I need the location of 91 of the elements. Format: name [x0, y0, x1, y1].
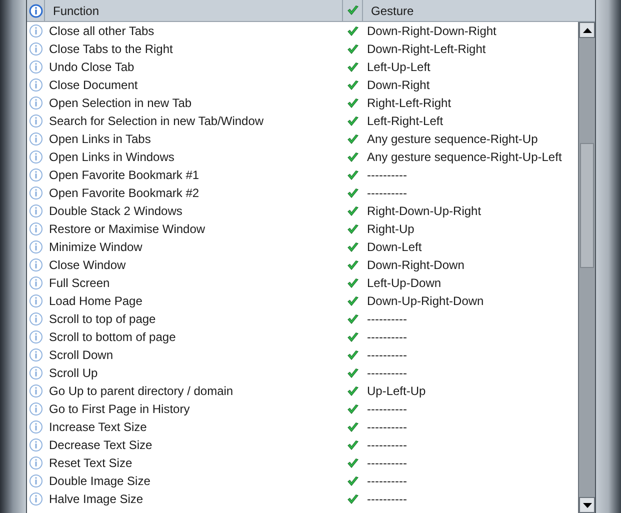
info-icon — [29, 312, 43, 326]
gesture-text: ---------- — [366, 185, 408, 202]
function-name: Undo Close Tab — [48, 59, 136, 76]
gesture-text: Left-Right-Left — [366, 113, 444, 130]
up-arrow-icon — [582, 28, 592, 32]
info-icon — [29, 330, 43, 344]
info-icon — [29, 276, 43, 290]
gesture-text: ---------- — [366, 311, 408, 328]
info-icon — [29, 24, 43, 38]
scroll-down-button[interactable] — [579, 497, 595, 513]
down-arrow-icon — [582, 502, 592, 508]
gesture-text: ---------- — [366, 401, 408, 418]
function-name: Close Document — [48, 77, 139, 94]
info-icon — [29, 240, 43, 254]
gesture-text: Down-Up-Right-Down — [366, 293, 485, 310]
gesture-text: Right-Down-Up-Right — [366, 203, 482, 220]
function-name: Open Links in Tabs — [48, 131, 152, 148]
scrollbar-thumb[interactable] — [580, 143, 594, 268]
info-icon — [29, 186, 43, 200]
gesture-text: ---------- — [366, 347, 408, 364]
function-name: Reset Text Size — [48, 455, 134, 472]
function-name: Open Links in Windows — [48, 149, 176, 166]
info-icon — [29, 294, 43, 308]
function-name: Go to First Page in History — [48, 401, 191, 418]
info-icon — [29, 420, 43, 434]
gesture-text: ---------- — [366, 473, 408, 490]
info-icon — [29, 114, 43, 128]
function-name: Minimize Window — [48, 239, 144, 256]
function-name: Go Up to parent directory / domain — [48, 383, 234, 400]
info-icon — [29, 402, 43, 416]
info-icon — [28, 4, 42, 18]
scroll-up-button[interactable] — [579, 22, 595, 38]
info-icon — [29, 456, 43, 470]
gesture-text: ---------- — [366, 329, 408, 346]
info-icon — [29, 60, 43, 74]
check-icon — [346, 5, 358, 16]
function-name: Scroll Up — [48, 365, 99, 382]
gesture-text: ---------- — [366, 419, 408, 436]
function-name: Full Screen — [48, 275, 111, 292]
gesture-text: Left-Up-Down — [366, 275, 442, 292]
function-name: Open Selection in new Tab — [48, 95, 193, 112]
function-name: Double Stack 2 Windows — [48, 203, 184, 220]
function-name: Double Image Size — [48, 473, 152, 490]
function-name: Close Tabs to the Right — [48, 41, 174, 58]
gesture-text: Down-Left — [366, 239, 423, 256]
gesture-text: ---------- — [366, 455, 408, 472]
info-icon — [29, 258, 43, 272]
gesture-text: ---------- — [366, 167, 408, 184]
function-name: Restore or Maximise Window — [48, 221, 206, 238]
info-icon — [29, 492, 43, 506]
gesture-text: ---------- — [366, 491, 408, 508]
info-icon — [29, 366, 43, 380]
info-icon — [29, 438, 43, 452]
gesture-text: Any gesture sequence-Right-Up-Left — [366, 149, 563, 166]
column-header[interactable]: Gesture — [363, 0, 595, 21]
info-icon — [29, 42, 43, 56]
gesture-text: Up-Left-Up — [366, 383, 427, 400]
info-icon — [29, 222, 43, 236]
gesture-text: ---------- — [366, 437, 408, 454]
function-name: Decrease Text Size — [48, 437, 154, 454]
info-icon — [29, 168, 43, 182]
function-name: Search for Selection in new Tab/Window — [48, 113, 265, 130]
column-header[interactable]: Function — [45, 0, 343, 21]
function-name: Close all other Tabs — [48, 23, 156, 40]
info-icon — [29, 348, 43, 362]
gesture-text: Down-Right-Left-Right — [366, 41, 487, 58]
function-name: Load Home Page — [48, 293, 144, 310]
function-name: Halve Image Size — [48, 491, 144, 508]
gesture-text: Down-Right — [366, 77, 431, 94]
function-name: Open Favorite Bookmark #2 — [48, 185, 200, 202]
function-name: Scroll Down — [48, 347, 114, 364]
gesture-text: Down-Right-Down — [366, 257, 466, 274]
info-icon — [29, 96, 43, 110]
gesture-text: Down-Right-Down-Right — [366, 23, 498, 40]
function-name: Increase Text Size — [48, 419, 148, 436]
gesture-text: Right-Left-Right — [366, 95, 452, 112]
gesture-text: ---------- — [366, 365, 408, 382]
info-icon — [29, 204, 43, 218]
scrollbar[interactable] — [578, 22, 595, 513]
gesture-text: Right-Up — [366, 221, 416, 238]
function-name: Close Window — [48, 257, 127, 274]
info-icon — [29, 384, 43, 398]
function-name: Scroll to top of page — [48, 311, 157, 328]
function-name: Open Favorite Bookmark #1 — [48, 167, 200, 184]
gesture-text: Any gesture sequence-Right-Up — [366, 131, 539, 148]
function-name: Scroll to bottom of page — [48, 329, 177, 346]
info-icon — [29, 474, 43, 488]
info-icon — [29, 150, 43, 164]
info-icon — [29, 132, 43, 146]
gesture-text: Left-Up-Left — [366, 59, 432, 76]
info-icon — [29, 78, 43, 92]
